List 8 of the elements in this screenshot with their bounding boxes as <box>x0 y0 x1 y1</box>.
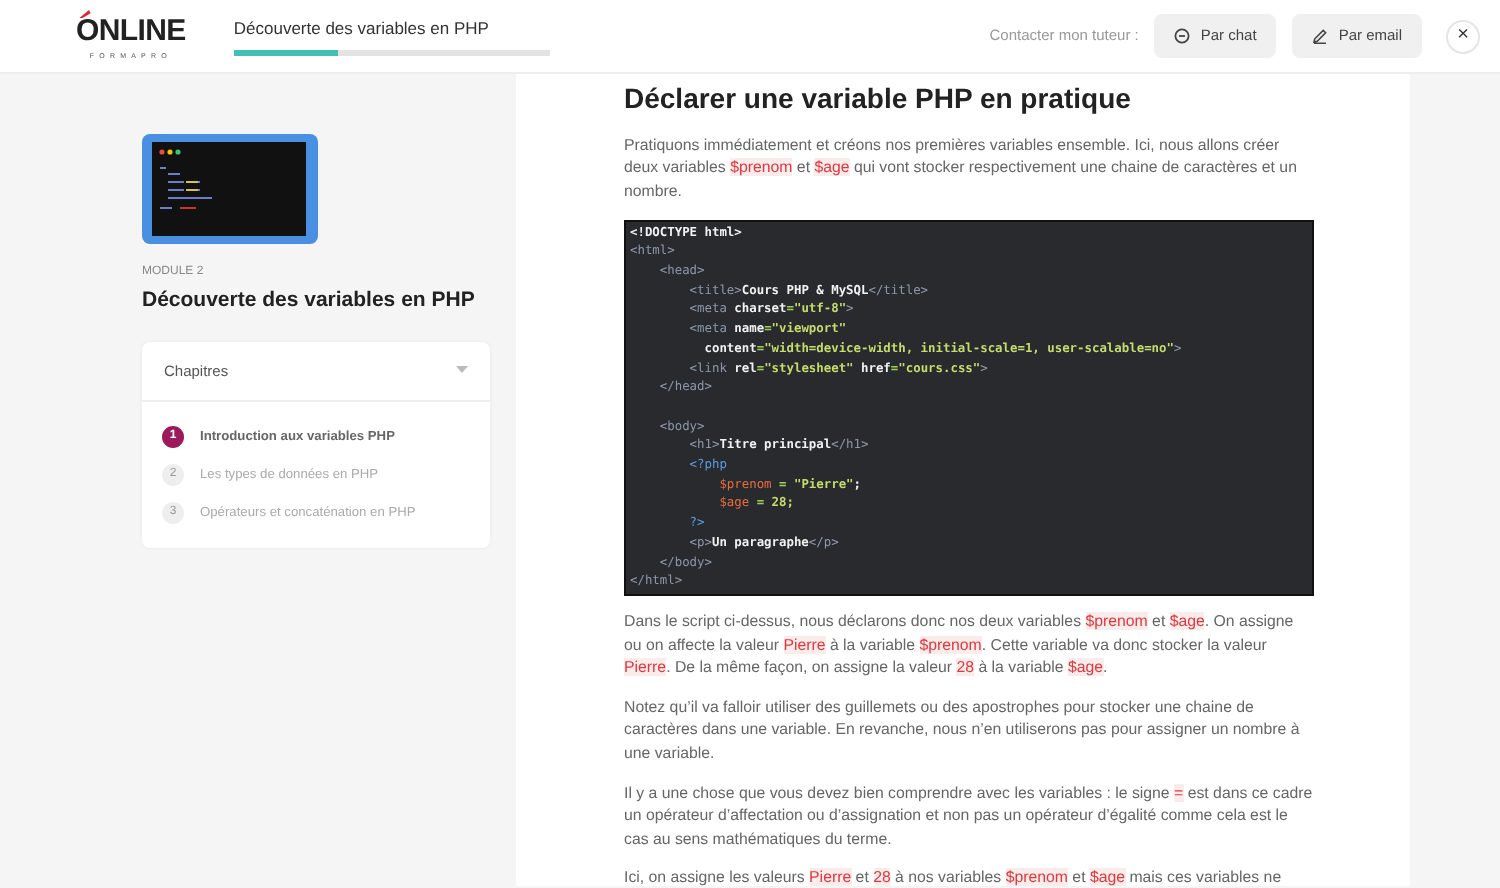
logo-text: ONLINE <box>76 16 186 47</box>
course-title: Découverte des variables en PHP <box>233 15 491 41</box>
chat-icon <box>1174 28 1191 44</box>
logo-mark-icon <box>78 10 92 19</box>
pencil-icon <box>1312 28 1329 44</box>
close-button[interactable]: × <box>1446 19 1480 53</box>
article-heading: Déclarer une variable PHP en pratique <box>624 82 1133 116</box>
module-title: Découverte des variables en PHP <box>142 286 477 316</box>
